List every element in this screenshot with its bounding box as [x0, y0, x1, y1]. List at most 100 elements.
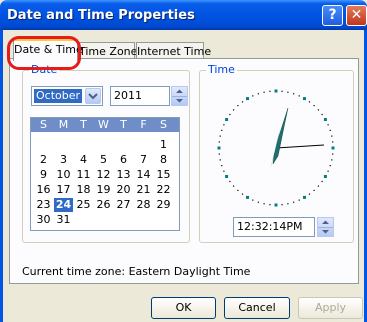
calendar-day[interactable]: 22 — [154, 183, 173, 197]
clock-hour-mark — [225, 118, 229, 121]
clock-minute-mark — [237, 105, 239, 107]
ok-button[interactable]: OK — [151, 297, 216, 319]
clock-hour-mark — [303, 97, 306, 101]
time-field[interactable]: 12:32:14PM — [233, 217, 315, 237]
clock-minute-mark — [327, 170, 329, 172]
clock-hour-mark — [217, 146, 221, 150]
clock-minute-mark — [252, 199, 254, 201]
time-value: 12:32:14PM — [237, 220, 303, 233]
calendar-day[interactable]: 23 — [34, 198, 53, 212]
calendar-day[interactable]: 8 — [154, 153, 173, 167]
clock-minute-mark — [281, 90, 283, 92]
clock-minute-mark — [233, 109, 235, 111]
window-title: Date and Time Properties — [7, 8, 195, 23]
clock-minute-mark — [332, 141, 334, 143]
clock-minute-mark — [257, 201, 259, 203]
clock-minute-mark — [293, 201, 295, 203]
date-time-properties-window: Date and Time Properties ? ✕ Date & Time… — [0, 0, 367, 322]
calendar-day[interactable]: 29 — [154, 198, 173, 212]
calendar-day[interactable]: 19 — [94, 183, 113, 197]
clock-minute-mark — [219, 159, 221, 161]
chevron-down-icon[interactable] — [85, 88, 101, 104]
calendar-day[interactable]: 1 — [154, 138, 173, 152]
calendar-day[interactable]: 26 — [94, 198, 113, 212]
time-spin-icon[interactable] — [317, 217, 334, 237]
clock-minute-mark — [331, 159, 333, 161]
cancel-button-label: Cancel — [238, 301, 276, 314]
second-hand — [275, 144, 325, 149]
calendar-day[interactable]: 6 — [114, 153, 133, 167]
clock-hour-mark — [246, 97, 249, 101]
calendar-day[interactable]: 16 — [34, 183, 53, 197]
ok-button-label: OK — [175, 301, 192, 314]
help-button[interactable]: ? — [322, 5, 343, 26]
calendar-day[interactable]: 25 — [74, 198, 93, 212]
clock-minute-mark — [221, 165, 223, 167]
title-bar[interactable]: Date and Time Properties ? ✕ — [0, 0, 367, 30]
clock-minute-mark — [298, 199, 300, 201]
clock-hour-mark — [323, 118, 327, 121]
clock-minute-mark — [223, 170, 225, 172]
apply-button[interactable]: Apply — [298, 297, 363, 319]
calendar-day[interactable]: 21 — [134, 183, 153, 197]
calendar-day[interactable]: 31 — [54, 213, 73, 227]
year-field[interactable]: 2011 — [110, 86, 170, 106]
calendar-day[interactable]: 3 — [54, 153, 73, 167]
calendar-day[interactable]: 7 — [134, 153, 153, 167]
calendar-day[interactable]: 4 — [74, 153, 93, 167]
clock-minute-mark — [313, 189, 315, 191]
calendar-day[interactable]: 27 — [114, 198, 133, 212]
calendar-day[interactable]: 5 — [94, 153, 113, 167]
clock-minute-mark — [263, 91, 265, 93]
clock-minute-mark — [229, 180, 231, 183]
calendar-day[interactable]: 17 — [54, 183, 73, 197]
clock-minute-mark — [308, 101, 311, 103]
clock-minute-mark — [269, 204, 271, 206]
clock-minute-mark — [287, 203, 289, 205]
month-select[interactable]: October — [31, 86, 103, 106]
clock-minute-mark — [321, 113, 323, 116]
cancel-button[interactable]: Cancel — [224, 297, 290, 319]
calendar-day[interactable]: 20 — [114, 183, 133, 197]
month-calendar[interactable]: S M T W T F S 1 2 3 4 5 6 7 8 9 10 11 12 13 14 15 16 17 1… — [30, 117, 180, 231]
clock-minute-mark — [252, 95, 254, 97]
minute-hand — [272, 107, 289, 165]
clock-minute-mark — [327, 124, 329, 126]
clock-minute-mark — [317, 185, 319, 187]
calendar-day[interactable]: 14 — [134, 168, 153, 182]
calendar-day[interactable]: 28 — [134, 198, 153, 212]
current-timezone-text: Current time zone: Eastern Daylight Time — [22, 265, 251, 278]
calendar-day[interactable]: 24 — [54, 198, 73, 212]
calendar-day[interactable]: 2 — [34, 153, 53, 167]
year-spin-icon[interactable] — [171, 86, 188, 106]
weekday-sat: S — [160, 118, 167, 131]
clock-hour-mark — [274, 203, 278, 207]
clock-minute-mark — [221, 129, 223, 131]
apply-button-label: Apply — [314, 301, 347, 314]
calendar-day[interactable]: 9 — [34, 168, 53, 182]
calendar-day[interactable]: 12 — [94, 168, 113, 182]
calendar-weekday-header: S M T W T F S — [31, 118, 179, 132]
calendar-day[interactable]: 30 — [34, 213, 53, 227]
clock-hour-mark — [225, 175, 229, 178]
clock-minute-mark — [219, 135, 221, 137]
tab-time-zone-label: Time Zone — [79, 45, 138, 58]
clock-minute-mark — [241, 101, 244, 103]
clock-minute-mark — [218, 141, 220, 143]
close-button[interactable]: ✕ — [346, 5, 367, 26]
weekday-thu: T — [120, 118, 127, 131]
clock-minute-mark — [241, 193, 244, 195]
clock-minute-mark — [218, 153, 220, 155]
calendar-day[interactable]: 11 — [74, 168, 93, 182]
clock-hour-mark — [274, 89, 278, 93]
calendar-day[interactable]: 15 — [154, 168, 173, 182]
clock-minute-mark — [329, 129, 331, 131]
calendar-day[interactable]: 18 — [74, 183, 93, 197]
calendar-day[interactable]: 13 — [114, 168, 133, 182]
clock-minute-mark — [263, 203, 265, 205]
clock-minute-mark — [237, 189, 239, 191]
tab-internet-time-label: Internet Time — [137, 45, 212, 58]
calendar-day[interactable]: 10 — [54, 168, 73, 182]
close-icon: ✕ — [350, 7, 363, 23]
clock-minute-mark — [321, 180, 323, 183]
